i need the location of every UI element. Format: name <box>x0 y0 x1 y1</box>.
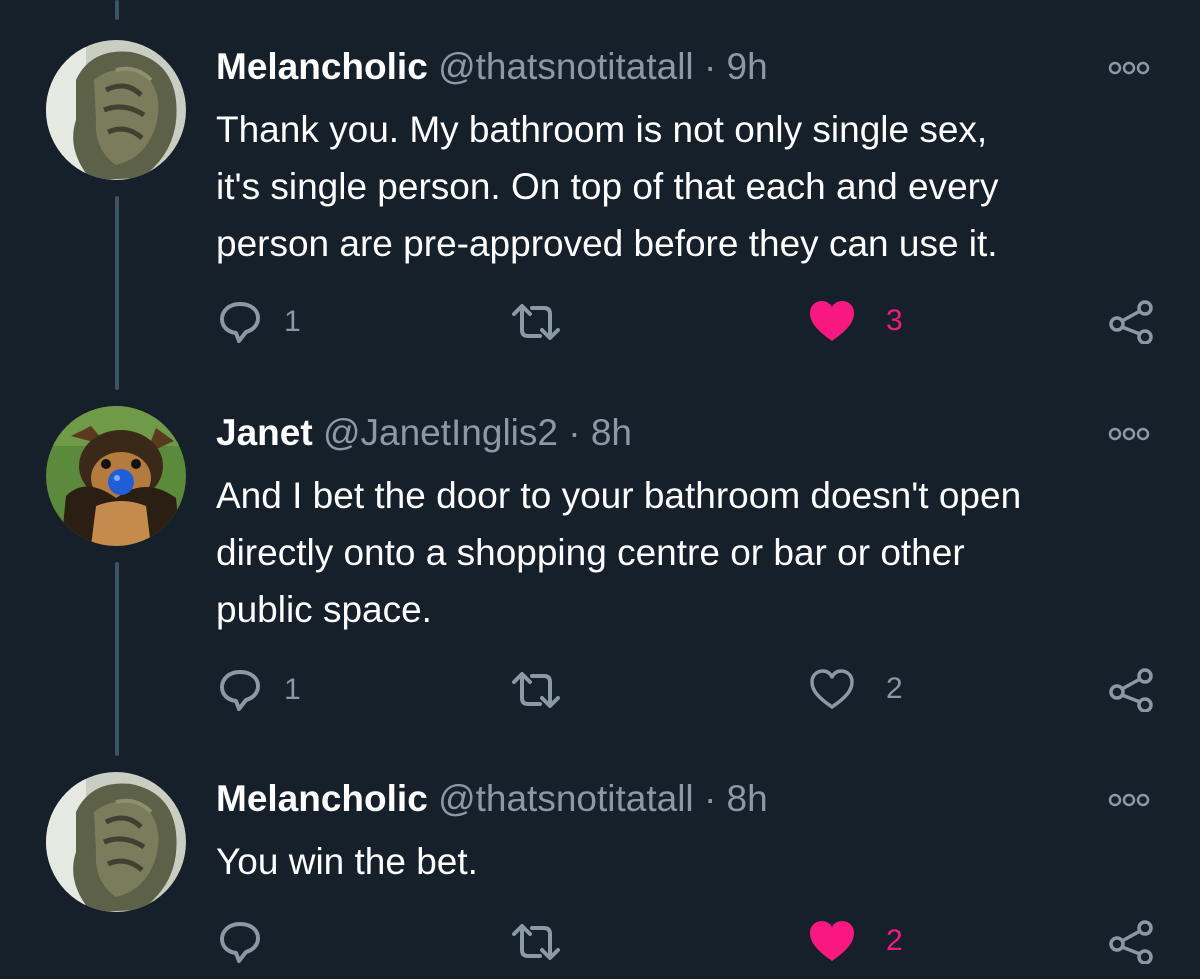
avatar[interactable] <box>46 406 186 546</box>
user-handle[interactable]: @thatsnotitatall <box>438 46 694 87</box>
timestamp[interactable]: 8h <box>727 778 768 819</box>
like-button[interactable]: 2 <box>808 667 903 711</box>
retweet-button[interactable] <box>508 668 564 712</box>
heart-outline-icon <box>810 669 854 709</box>
reply-icon <box>220 670 260 711</box>
reply-icon <box>220 922 260 963</box>
more-options-icon[interactable] <box>1104 790 1154 810</box>
tweet-3[interactable]: Melancholic @thatsnotitatall · 8h You wi… <box>0 756 1200 979</box>
retweet-button[interactable] <box>508 920 564 964</box>
reply-count: 1 <box>284 673 301 706</box>
reply-button[interactable]: 1 <box>218 668 301 712</box>
share-button[interactable] <box>1108 920 1154 964</box>
more-options-icon[interactable] <box>1104 58 1154 78</box>
share-icon <box>1109 920 1153 964</box>
retweet-icon <box>512 672 560 708</box>
retweet-icon <box>512 924 560 960</box>
retweet-button[interactable] <box>508 300 564 344</box>
share-icon <box>1109 668 1153 712</box>
timestamp[interactable]: 8h <box>591 412 632 453</box>
separator-dot: · <box>703 46 717 87</box>
heart-filled-icon <box>810 921 854 961</box>
text-line: You win the bet. <box>216 841 478 882</box>
text-line: it's single person. On top of that each … <box>216 166 999 207</box>
retweet-icon <box>512 304 560 340</box>
separator-dot: · <box>568 412 581 453</box>
share-icon <box>1109 300 1153 344</box>
tweet-header: Melancholic @thatsnotitatall · 9h <box>216 45 768 89</box>
display-name[interactable]: Melancholic <box>216 778 428 819</box>
reply-icon <box>220 302 260 343</box>
avatar[interactable] <box>46 40 186 180</box>
more-options-icon[interactable] <box>1104 424 1154 444</box>
tweet-1[interactable]: Melancholic @thatsnotitatall · 9h Thank … <box>0 0 1200 390</box>
user-handle[interactable]: @JanetInglis2 <box>323 412 558 453</box>
text-line: public space. <box>216 589 432 630</box>
timestamp[interactable]: 9h <box>727 46 768 87</box>
tweet-header: Melancholic @thatsnotitatall · 8h <box>216 777 768 821</box>
display-name[interactable]: Janet <box>216 412 313 453</box>
tweet-text: You win the bet. <box>216 833 1176 890</box>
like-button[interactable]: 2 <box>808 919 903 963</box>
user-handle[interactable]: @thatsnotitatall <box>438 778 694 819</box>
heart-filled-icon <box>810 301 854 341</box>
text-line: And I bet the door to your bathroom does… <box>216 475 1022 516</box>
avatar[interactable] <box>46 772 186 912</box>
like-count: 3 <box>886 304 903 337</box>
reply-button[interactable]: 1 <box>218 300 301 344</box>
tweet-text: And I bet the door to your bathroom does… <box>216 467 1176 638</box>
like-count: 2 <box>886 924 903 957</box>
share-button[interactable] <box>1108 668 1154 712</box>
tweet-header: Janet @JanetInglis2 · 8h <box>216 411 632 455</box>
text-line: directly onto a shopping centre or bar o… <box>216 532 965 573</box>
tweet-text: Thank you. My bathroom is not only singl… <box>216 101 1176 272</box>
like-button[interactable]: 3 <box>808 299 903 343</box>
reply-button[interactable] <box>218 920 284 964</box>
text-line: person are pre-approved before they can … <box>216 223 998 264</box>
text-line: Thank you. My bathroom is not only singl… <box>216 109 988 150</box>
reply-count: 1 <box>284 305 301 338</box>
tweet-2[interactable]: Janet @JanetInglis2 · 8h And I bet the d… <box>0 390 1200 756</box>
display-name[interactable]: Melancholic <box>216 46 428 87</box>
separator-dot: · <box>703 778 717 819</box>
share-button[interactable] <box>1108 300 1154 344</box>
like-count: 2 <box>886 672 903 705</box>
